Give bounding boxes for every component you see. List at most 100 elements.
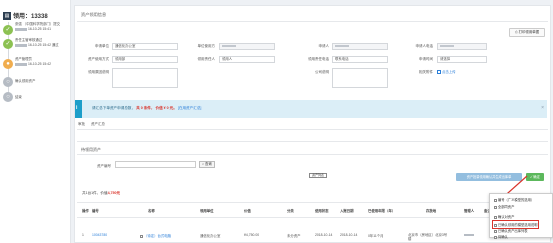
header-cell: 存放地 [426, 209, 437, 213]
remark-textarea[interactable] [332, 68, 388, 88]
timeline-title: 领用：13338 [13, 14, 48, 20]
apply-phone-field[interactable] [437, 43, 487, 50]
timeline-step-5: 结束 [15, 95, 70, 100]
apply-person-label: 申请人 [318, 44, 330, 48]
dropdown-option[interactable]: 确认对资产 [494, 214, 514, 219]
step-current-icon: ● [3, 59, 13, 69]
dropdown-option[interactable]: 全部同资产 [494, 204, 514, 209]
header-cell: 已使用年限（年） [368, 209, 396, 213]
receive-phone-label: 领用责任电话 [308, 57, 329, 61]
option-label: 全部同资产 [497, 205, 515, 209]
divider [77, 129, 548, 130]
step-time: 16-10-25 15:42 [27, 62, 51, 66]
header-cell: 价值 [244, 209, 251, 213]
banner-prefix: 请汇总下单资产申请总数， [92, 106, 136, 110]
divider [77, 21, 548, 22]
dropdown-option-highlighted[interactable]: 已确认领用的模型选用说明 [491, 220, 540, 229]
tab-approval[interactable]: 审批 [78, 122, 85, 127]
step-check-icon: ✓ [3, 25, 13, 35]
apply-person-field[interactable] [332, 43, 388, 50]
divider [77, 154, 548, 155]
main-panel: 资产领用信息 ⎙ 打印领用单据 申请单位 通信化办公室 单位使用方 申请人 申请… [74, 5, 551, 243]
dropdown-option[interactable]: 编号（广义模型的选用） [494, 197, 534, 202]
search-button[interactable]: ⌕ 查询 [199, 161, 215, 168]
close-icon[interactable]: × [541, 105, 544, 111]
step-name: 确认领用资产 [15, 79, 36, 83]
tab-bar: 审批 资产汇总 [78, 122, 105, 127]
blurred-value [440, 44, 454, 48]
banner-summary-link[interactable]: [在用资产汇总] [178, 106, 202, 110]
banner-message: 请汇总下单资产申请总数， 共 0 条件， 价值 ¥ 0 元。 [在用资产汇总] [92, 106, 201, 111]
step-name: 张强 [15, 22, 22, 26]
option-label: 待确认 [497, 235, 508, 239]
timeline-header: ▤ 领用：13338 [3, 11, 48, 20]
summary-value: 4,750元 [107, 191, 121, 195]
section-title: 待领用资产 [81, 147, 101, 152]
upload-link[interactable]: 点击上传 [437, 69, 456, 75]
option-checkbox[interactable] [494, 223, 497, 227]
option-label: 确认对资产 [497, 215, 515, 219]
summary-prefix: 共1台1件，价值 [82, 191, 108, 195]
print-button[interactable]: ⎙ 打印领用单据 [509, 28, 545, 37]
book-icon: ▤ [3, 11, 11, 20]
option-label: 已确认领用的模型选用说明 [497, 223, 538, 227]
divider [77, 202, 490, 203]
time-label: 申请时间 [419, 57, 433, 61]
row-cell: 2018-10-14 [340, 233, 358, 237]
upload-label: 点击上传 [442, 70, 456, 74]
filter-dropdown: 编号（广义模型的选用） 全部同资产 确认对资产 已确认领用的模型选用说明 已确认… [489, 193, 553, 239]
dept-field[interactable] [219, 43, 275, 50]
info-icon: i [76, 105, 78, 111]
search-label: 资产编号 [97, 164, 111, 168]
step-end-icon: ○ [3, 92, 13, 102]
apply-unit-field[interactable]: 通信化办公室 [112, 43, 178, 50]
asset-use-field[interactable]: 领用部 [112, 56, 178, 63]
header-cell: 入账日期 [340, 209, 354, 213]
receive-person-label: 领用责任人 [197, 57, 216, 61]
row-checkbox[interactable] [140, 234, 143, 238]
banner-count: 共 0 条件， [136, 106, 155, 110]
receive-person-field[interactable]: 领用人 [219, 56, 275, 63]
print-label: 打印领用单据 [518, 30, 539, 34]
step-time: 16-10-25 15:41 [27, 27, 51, 31]
asset-number-link[interactable]: 10043780 [92, 233, 107, 237]
timeline-step-3: 资产管理员 16-10-25 15:42 [15, 57, 70, 67]
option-checkbox[interactable] [494, 198, 497, 202]
option-checkbox[interactable] [494, 205, 497, 209]
divider [77, 141, 548, 142]
asset-list-tag[interactable]: 资产列表 [309, 173, 327, 178]
apply-unit-label: 申请单位 [95, 44, 109, 48]
receive-phone-field[interactable]: 联系电话 [332, 56, 388, 63]
step-pending-icon: ○ [3, 77, 13, 87]
row-cell: 通信化办公室 [200, 234, 221, 238]
apply-phone-label: 申请人电话 [415, 44, 434, 48]
dropdown-option[interactable]: 待确认 [494, 234, 508, 239]
panel-title: 资产领用信息 [81, 12, 107, 17]
time-select[interactable]: 请选择 [437, 56, 487, 63]
step-check-icon: ✓ [3, 39, 13, 49]
confirm-button[interactable]: ✓ 确定 [526, 173, 544, 181]
blurred-text [15, 43, 27, 47]
batch-confirm-button[interactable]: 资产批量领用确认并生成出库单 [456, 173, 522, 181]
step-name: 结束 [15, 95, 22, 99]
row-cell [464, 233, 474, 237]
timeline-step-2: 责任主管审核通过 16-10-25 15:42 通过 [15, 38, 70, 48]
option-checkbox[interactable] [494, 235, 497, 239]
blurred-value [222, 44, 236, 48]
dept-label: 单位使用方 [197, 44, 216, 48]
reason-textarea[interactable] [112, 68, 178, 88]
dropdown-option[interactable]: 已确认资产出库列表 [494, 228, 528, 233]
header-cell: 名称 [148, 209, 155, 213]
row-cell: 未分资产 [287, 234, 301, 238]
banner-value: 价值 ¥ 0 元。 [155, 106, 177, 110]
asset-number-input[interactable] [115, 161, 196, 168]
option-label: 编号（广义模型的选用） [497, 198, 535, 202]
search-icon: ⌕ [202, 162, 205, 166]
asset-name-link[interactable]: （待定）台式电脑 [144, 234, 171, 238]
header-cell: 使用状态 [315, 209, 329, 213]
option-checkbox[interactable] [494, 229, 497, 233]
tab-asset-summary[interactable]: 资产汇总 [91, 122, 105, 127]
info-banner: i 请汇总下单资产申请总数， 共 0 条件， 价值 ¥ 0 元。 [在用资产汇总… [75, 100, 547, 118]
row-cell: 2018-10-14 [315, 233, 333, 237]
option-checkbox[interactable] [494, 215, 497, 219]
